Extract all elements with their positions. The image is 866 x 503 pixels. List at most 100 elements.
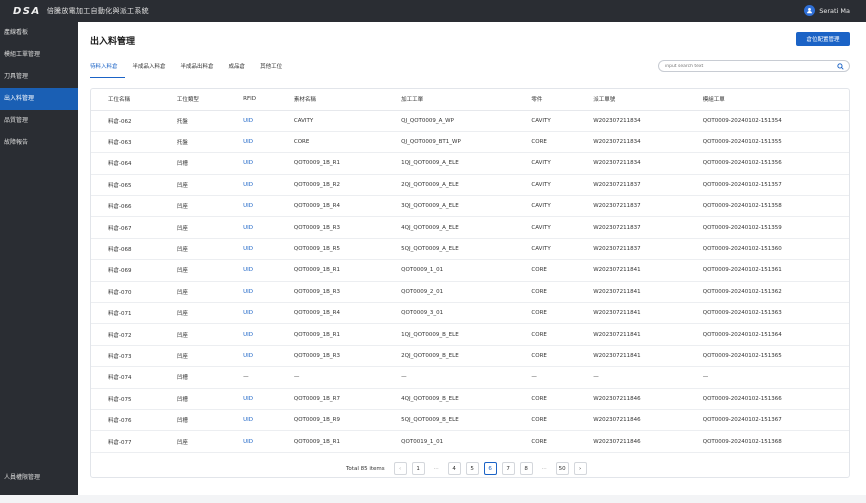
table-cell: 凹座: [159, 345, 227, 368]
table-cell: 5QJ_QOT0009_B_ELE: [384, 409, 515, 432]
table-cell: W202307211841: [576, 323, 686, 346]
table-cell: QOT0009_1B_R1: [276, 152, 385, 175]
rfid-link[interactable]: UID: [226, 195, 277, 218]
table-cell: W202307211834: [576, 152, 686, 175]
rfid-link[interactable]: UID: [226, 174, 277, 197]
table-cell: 4QJ_QOT0009_B_ELE: [384, 388, 515, 410]
table-cell: QOT0009_1B_R5: [276, 238, 385, 261]
table-cell: CORE: [514, 388, 577, 410]
table-cell: 料倉-070: [91, 281, 160, 304]
user-menu[interactable]: Serati Ma: [804, 5, 850, 16]
page-button[interactable]: 5: [465, 462, 479, 475]
table-cell: 凹座: [159, 216, 227, 239]
table-cell: CORE: [514, 345, 577, 368]
sidebar-item-1[interactable]: 模組工單管理: [0, 44, 78, 66]
rfid-link[interactable]: UID: [226, 430, 277, 453]
sidebar-item-2[interactable]: 刀具管理: [0, 66, 78, 88]
tab-4[interactable]: 其他工位: [260, 62, 289, 78]
table-row[interactable]: 料倉-071 凹座 UID QOT0009_1B_R4 QOT0009_3_01 CORE…: [91, 302, 849, 325]
rfid-link[interactable]: UID: [226, 345, 277, 368]
table-row[interactable]: 料倉-062 托盤 UID CAVITY QJ_QOT0009_A_WP CAVITY W2…: [91, 110, 849, 132]
rfid-link[interactable]: UID: [226, 409, 277, 432]
page-button[interactable]: 7: [501, 462, 515, 475]
rfid-link[interactable]: UID: [226, 323, 277, 346]
page-ellipsis[interactable]: ···: [430, 466, 443, 472]
tab-2[interactable]: 半成品出料倉: [181, 62, 221, 78]
table-row[interactable]: 料倉-075 凹槽 UID QOT0009_1B_R7 4QJ_QOT0009_B_EL…: [91, 388, 849, 410]
table-cell: 1QJ_QOT0009_B_ELE: [384, 323, 515, 346]
table-cell: QOT0009-20240102-151363: [685, 302, 849, 325]
table-cell: W202307211841: [576, 302, 686, 325]
table-row[interactable]: 料倉-069 凹座 UID QOT0009_1B_R1 QOT0009_1_01 CORE…: [91, 259, 849, 282]
sidebar-item-4[interactable]: 品質管理: [0, 110, 78, 132]
table-cell: 料倉-076: [91, 409, 160, 432]
table-cell: —: [514, 366, 577, 389]
prev-page-button[interactable]: ‹: [393, 462, 407, 475]
table-row[interactable]: 料倉-067 凹座 UID QOT0009_1B_R3 4QJ_QOT0009_A_EL…: [91, 216, 849, 239]
table-cell: 料倉-069: [91, 259, 160, 282]
table-row[interactable]: 料倉-066 凹座 UID QOT0009_1B_R4 3QJ_QOT0009_A_EL…: [91, 195, 849, 218]
table-cell: QOT0009_1B_R1: [276, 259, 385, 282]
tab-0[interactable]: 待料入料倉: [90, 62, 125, 78]
rfid-link[interactable]: UID: [226, 152, 277, 175]
table-cell: CORE: [514, 131, 577, 154]
table-cell: QOT0009_1B_R3: [276, 281, 385, 304]
page-ellipsis[interactable]: ···: [538, 466, 551, 472]
rfid-link[interactable]: UID: [226, 238, 277, 261]
page-button[interactable]: 50: [555, 462, 569, 475]
page-button[interactable]: 1: [411, 462, 425, 475]
rfid-link[interactable]: UID: [226, 388, 277, 410]
sidebar-item-5[interactable]: 故障報告: [0, 132, 78, 154]
search-input[interactable]: [665, 63, 835, 69]
page-button[interactable]: 4: [447, 462, 461, 475]
table-cell: CAVITY: [514, 110, 577, 132]
table-cell: 凹座: [159, 302, 227, 325]
table-row[interactable]: 料倉-076 凹槽 UID QOT0009_1B_R9 5QJ_QOT0009_B_EL…: [91, 409, 849, 432]
table-row[interactable]: 料倉-070 凹座 UID QOT0009_1B_R3 QOT0009_2_01 CORE…: [91, 281, 849, 304]
rfid-link[interactable]: UID: [226, 131, 277, 154]
rfid-link[interactable]: UID: [226, 302, 277, 325]
table-cell: QJ_QOT0009_A_WP: [384, 110, 515, 132]
storage-config-button[interactable]: 倉位配置管理: [796, 32, 850, 46]
table-body: 料倉-062 托盤 UID CAVITY QJ_QOT0009_A_WP CAVITY W2…: [91, 110, 849, 453]
table-row[interactable]: 料倉-065 凹座 UID QOT0009_1B_R2 2QJ_QOT0009_A_EL…: [91, 174, 849, 197]
rfid-link[interactable]: UID: [226, 216, 277, 239]
table-cell: W202307211846: [576, 430, 686, 453]
tab-3[interactable]: 成品倉: [229, 62, 253, 78]
rfid-link[interactable]: UID: [226, 110, 277, 132]
table-row[interactable]: 料倉-064 凹槽 UID QOT0009_1B_R1 1QJ_QOT0009_A_EL…: [91, 152, 849, 175]
table-row[interactable]: 料倉-074 凹槽 — — — — — —: [91, 366, 849, 389]
table-cell: QOT0009_1B_R9: [276, 409, 385, 432]
page-button[interactable]: 6: [483, 462, 497, 475]
sidebar-item-3[interactable]: 出入料管理: [0, 88, 78, 110]
table-cell: QOT0009_1B_R4: [276, 195, 385, 218]
tab-1[interactable]: 半成品入料倉: [133, 62, 173, 78]
table-row[interactable]: 料倉-073 凹座 UID QOT0009_1B_R3 2QJ_QOT0009_B_EL…: [91, 345, 849, 368]
table-cell: QOT0009-20240102-151359: [685, 216, 849, 239]
table-cell: CAVITY: [514, 152, 577, 175]
table-row[interactable]: 料倉-063 托盤 UID CORE QJ_QOT0009_BT1_WP CORE W202…: [91, 131, 849, 154]
table-cell: QOT0009_1B_R3: [276, 216, 385, 239]
table-cell: W202307211846: [576, 388, 686, 410]
sidebar-item-permissions[interactable]: 人員權限管理: [0, 472, 78, 481]
table-cell: 2QJ_QOT0009_A_ELE: [384, 174, 515, 197]
table-row[interactable]: 料倉-068 凹座 UID QOT0009_1B_R5 5QJ_QOT0009_A_EL…: [91, 238, 849, 261]
table-cell: W202307211834: [576, 131, 686, 154]
sidebar-item-0[interactable]: 產線看板: [0, 22, 78, 44]
table-row[interactable]: 料倉-072 凹座 UID QOT0009_1B_R1 1QJ_QOT0009_B_EL…: [91, 323, 849, 346]
table-cell: QOT0009-20240102-151361: [685, 259, 849, 282]
table-row[interactable]: 料倉-077 凹座 UID QOT0009_1B_R1 QOT0019_1_01 CORE…: [91, 430, 849, 453]
page-button[interactable]: 8: [519, 462, 533, 475]
table-cell: —: [276, 366, 385, 389]
app-title: 倍騰放電加工自動化與派工系統: [46, 7, 149, 15]
table-cell: 凹座: [159, 174, 227, 197]
next-page-button[interactable]: ›: [573, 462, 587, 475]
table-cell: 料倉-062: [91, 110, 160, 132]
rfid-link[interactable]: UID: [226, 281, 277, 304]
table-cell: W202307211837: [576, 238, 686, 261]
table-cell: W202307211841: [576, 345, 686, 368]
rfid-link[interactable]: UID: [226, 259, 277, 282]
search-icon[interactable]: [837, 63, 844, 70]
table-cell: CAVITY: [514, 195, 577, 218]
table-cell: CAVITY: [514, 216, 577, 239]
